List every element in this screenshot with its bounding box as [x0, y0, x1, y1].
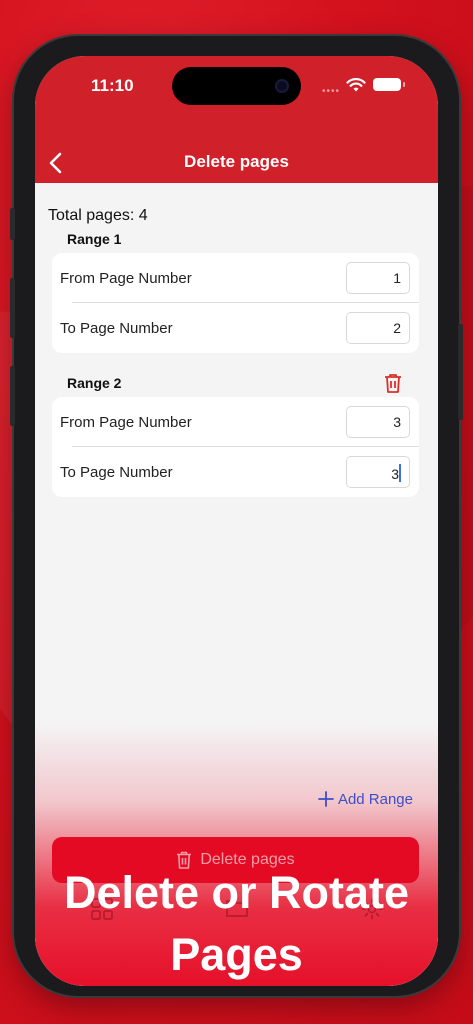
add-range-button[interactable]: Add Range	[317, 790, 413, 808]
trash-icon[interactable]	[384, 373, 402, 393]
phone-side-button	[10, 208, 15, 240]
total-pages-label: Total pages: 4	[48, 207, 148, 224]
from-page-input[interactable]: 3	[346, 406, 410, 438]
text-cursor	[399, 464, 401, 482]
signal-dots: ••••	[322, 86, 341, 97]
from-page-label: From Page Number	[60, 414, 192, 431]
nav-bar: 11:10 •••• Delete pages	[35, 56, 438, 183]
phone-frame: 11:10 •••• Delete pages Total pages: 4 R…	[10, 36, 463, 996]
phone-side-button	[458, 324, 463, 420]
to-page-label: To Page Number	[60, 320, 173, 337]
wifi-icon	[346, 78, 366, 92]
to-page-input[interactable]: 2	[346, 312, 410, 344]
battery-icon	[373, 78, 405, 91]
status-time: 11:10	[91, 76, 134, 95]
from-page-input[interactable]: 1	[346, 262, 410, 294]
plus-icon	[318, 791, 334, 807]
add-range-label: Add Range	[337, 790, 413, 808]
promo-headline-line: Pages	[170, 929, 303, 980]
phone-side-button	[10, 366, 15, 426]
range-card: From Page Number 3 To Page Number 3	[52, 397, 419, 497]
app-screen: 11:10 •••• Delete pages Total pages: 4 R…	[35, 56, 438, 986]
from-page-label: From Page Number	[60, 270, 192, 287]
divider	[72, 302, 419, 303]
range-title: Range 1	[67, 231, 122, 247]
range-card: From Page Number 1 To Page Number 2	[52, 253, 419, 353]
page-title: Delete pages	[184, 152, 289, 171]
range-title: Range 2	[67, 375, 122, 391]
phone-side-button	[10, 278, 15, 338]
promo-headline: Delete or Rotate Pages	[0, 862, 473, 986]
to-page-input[interactable]: 3	[346, 456, 410, 488]
dynamic-island	[172, 67, 301, 105]
to-page-value: 3	[391, 466, 399, 482]
to-page-label: To Page Number	[60, 464, 173, 481]
camera-icon	[275, 79, 289, 93]
divider	[72, 446, 419, 447]
promo-headline-line: Delete or Rotate	[63, 867, 410, 918]
